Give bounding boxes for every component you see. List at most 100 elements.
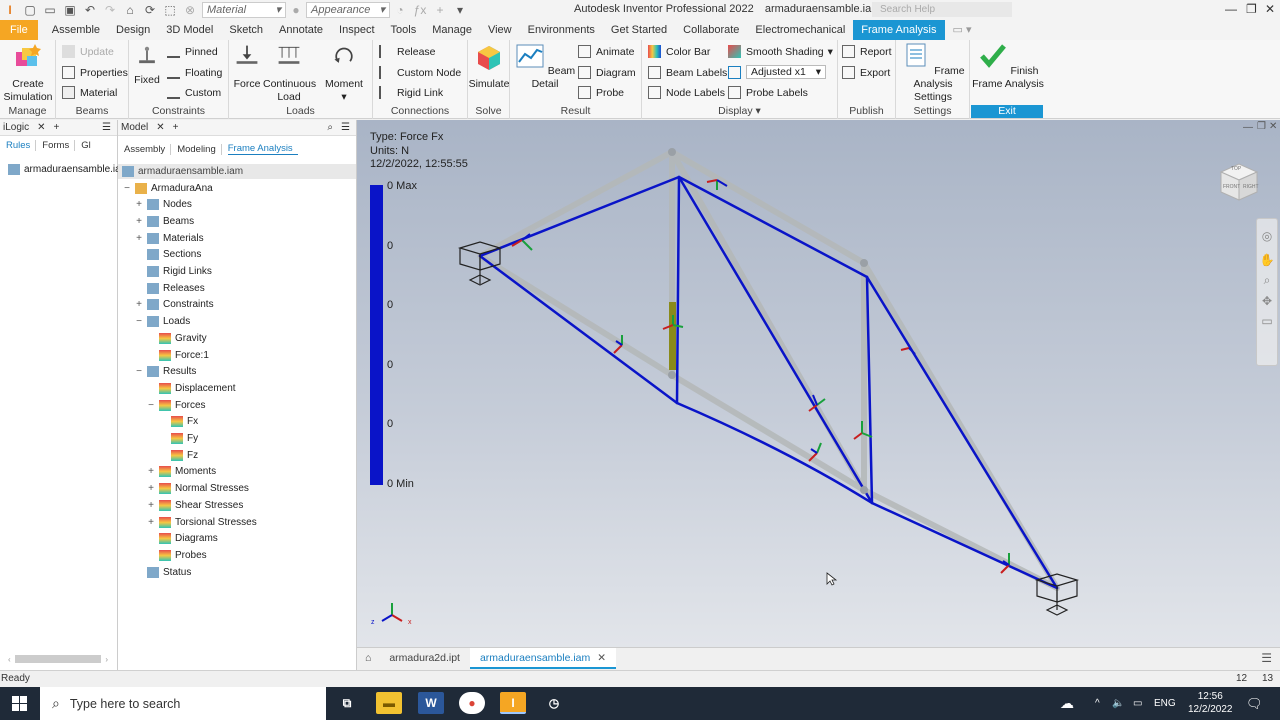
tree-item[interactable]: + Normal Stresses <box>146 481 249 497</box>
beam-detail-button[interactable]: Beam Detail <box>514 42 576 91</box>
tray-chevron-icon[interactable]: ^ <box>1095 687 1100 720</box>
color-bar-button[interactable]: Color Bar <box>648 45 710 58</box>
tree-item[interactable]: Diagrams <box>146 531 218 547</box>
simulate-button[interactable]: Simulate <box>468 42 510 91</box>
expand-toggle-icon[interactable]: + <box>134 233 144 244</box>
probe-labels-button[interactable]: Probe Labels <box>728 86 808 99</box>
view-cube-top[interactable]: TOP <box>1231 166 1241 172</box>
model-panel-title[interactable]: Model <box>121 122 148 133</box>
expand-toggle-icon[interactable]: − <box>122 183 132 194</box>
tree-item[interactable]: + Moments <box>146 464 216 480</box>
tree-item[interactable]: + Nodes <box>134 197 192 213</box>
moment-button[interactable]: Moment ▾ <box>319 42 369 104</box>
view-cube-right[interactable]: RIGHT <box>1243 184 1259 190</box>
tab-assemble[interactable]: Assemble <box>44 20 108 40</box>
expand-toggle-icon[interactable]: + <box>134 199 144 210</box>
clock-app-icon[interactable]: ◷ <box>541 692 567 714</box>
close-circle-icon[interactable]: ⊗ <box>183 3 197 17</box>
ribbon-options-icon[interactable]: ▭ ▾ <box>945 20 980 40</box>
adjusted-scale-select[interactable]: Adjusted x1 ▾ <box>728 65 826 79</box>
expand-toggle-icon[interactable]: + <box>134 299 144 310</box>
notification-icon[interactable]: 🗨 <box>1246 687 1263 720</box>
moment-dropdown-icon[interactable]: ▾ <box>341 91 346 103</box>
measure-icon[interactable]: ◔ <box>393 3 407 17</box>
menu-icon[interactable]: ☰ <box>341 122 350 133</box>
custom-node-button[interactable]: Custom Node <box>379 66 461 79</box>
subtab-frame-analysis[interactable]: Frame Analysis <box>227 143 298 155</box>
floating-button[interactable]: Floating <box>167 66 222 79</box>
update-button[interactable]: Update <box>62 45 114 58</box>
view-cube-front[interactable]: FRONT <box>1223 184 1240 190</box>
look-at-icon[interactable]: ▭ <box>1257 314 1277 328</box>
select-icon[interactable]: ⬚ <box>163 3 177 17</box>
viewport-restore-icon[interactable]: ❐ <box>1257 121 1266 132</box>
task-view-icon[interactable]: ⧉ <box>334 692 360 714</box>
create-simulation-button[interactable]: Create Simulation <box>3 42 53 104</box>
close-icon[interactable]: ✕ <box>1265 2 1275 16</box>
tab-tools[interactable]: Tools <box>383 20 425 40</box>
material-combo[interactable]: Material ▾ <box>202 2 286 18</box>
tree-item[interactable]: − ArmaduraAna <box>122 180 213 196</box>
scroll-left-icon[interactable]: ‹ <box>8 655 11 664</box>
home-icon[interactable]: ⌂ <box>357 648 379 669</box>
viewport-close-icon[interactable]: ✕ <box>1269 121 1277 132</box>
viewport-minimize-icon[interactable]: — <box>1243 122 1253 133</box>
scrollbar-thumb[interactable] <box>14 655 102 663</box>
onedrive-cloud-icon[interactable]: ☁ <box>1060 687 1074 720</box>
material-button[interactable]: Material <box>62 86 117 99</box>
menu-icon[interactable]: ☰ <box>1261 651 1272 665</box>
tree-item[interactable]: Status <box>134 564 191 580</box>
tree-item[interactable]: Fz <box>158 447 198 463</box>
language-indicator[interactable]: ENG <box>1154 687 1176 720</box>
expand-toggle-icon[interactable]: − <box>146 400 156 411</box>
group-display-label[interactable]: Display ▾ <box>642 105 837 117</box>
subtab-forms[interactable]: Forms <box>42 139 76 151</box>
pinned-button[interactable]: Pinned <box>167 45 218 58</box>
tree-item[interactable]: − Forces <box>146 397 206 413</box>
subtab-modeling[interactable]: Modeling <box>177 143 222 155</box>
beam-labels-button[interactable]: Beam Labels <box>648 66 727 79</box>
animate-button[interactable]: Animate <box>578 45 635 58</box>
app-logo-icon[interactable]: I <box>3 3 17 17</box>
expand-toggle-icon[interactable]: + <box>134 216 144 227</box>
tree-item[interactable]: Fy <box>158 431 198 447</box>
redo-icon[interactable]: ↷ <box>103 3 117 17</box>
tab-collaborate[interactable]: Collaborate <box>675 20 747 40</box>
tab-3d-model[interactable]: 3D Model <box>158 20 221 40</box>
chrome-icon[interactable]: ● <box>459 692 485 714</box>
tab-design[interactable]: Design <box>108 20 158 40</box>
horizontal-scrollbar[interactable]: ‹ › <box>8 654 108 664</box>
tree-item[interactable]: Fx <box>158 414 198 430</box>
tab-annotate[interactable]: Annotate <box>271 20 331 40</box>
close-icon[interactable]: ✕ <box>156 122 164 133</box>
new-file-icon[interactable]: ▢ <box>23 3 37 17</box>
tree-item[interactable]: Displacement <box>146 380 236 396</box>
tab-manage[interactable]: Manage <box>424 20 480 40</box>
tree-item[interactable]: − Results <box>134 364 196 380</box>
subtab-global[interactable]: Gl <box>81 140 96 151</box>
undo-icon[interactable]: ↶ <box>83 3 97 17</box>
expand-toggle-icon[interactable]: + <box>146 500 156 511</box>
tab-environments[interactable]: Environments <box>520 20 603 40</box>
tree-item[interactable]: − Loads <box>134 314 190 330</box>
properties-button[interactable]: Properties <box>62 66 128 79</box>
report-button[interactable]: Report <box>842 45 892 58</box>
tree-item[interactable]: + Shear Stresses <box>146 497 243 513</box>
steering-wheel-icon[interactable]: ◎ <box>1257 229 1277 243</box>
expand-toggle-icon[interactable]: − <box>134 366 144 377</box>
orbit-icon[interactable]: ✥ <box>1257 294 1277 308</box>
close-icon[interactable]: ✕ <box>37 122 45 133</box>
tab-sketch[interactable]: Sketch <box>221 20 271 40</box>
tab-file[interactable]: File <box>0 20 38 40</box>
doc-tab-armaduraensamble[interactable]: armaduraensamble.iam ✕ <box>469 647 617 669</box>
open-folder-icon[interactable]: ▭ <box>43 3 57 17</box>
subtab-rules[interactable]: Rules <box>6 139 37 151</box>
menu-icon[interactable]: ☰ <box>102 122 111 133</box>
inventor-icon[interactable]: I <box>500 692 526 714</box>
tab-electromechanical[interactable]: Electromechanical <box>747 20 853 40</box>
tab-get-started[interactable]: Get Started <box>603 20 675 40</box>
battery-icon[interactable]: ▭ <box>1133 687 1142 720</box>
zoom-icon[interactable]: ⌕ <box>1257 273 1277 288</box>
speaker-icon[interactable]: 🔈 <box>1112 687 1124 720</box>
probe-button[interactable]: Probe <box>578 86 624 99</box>
